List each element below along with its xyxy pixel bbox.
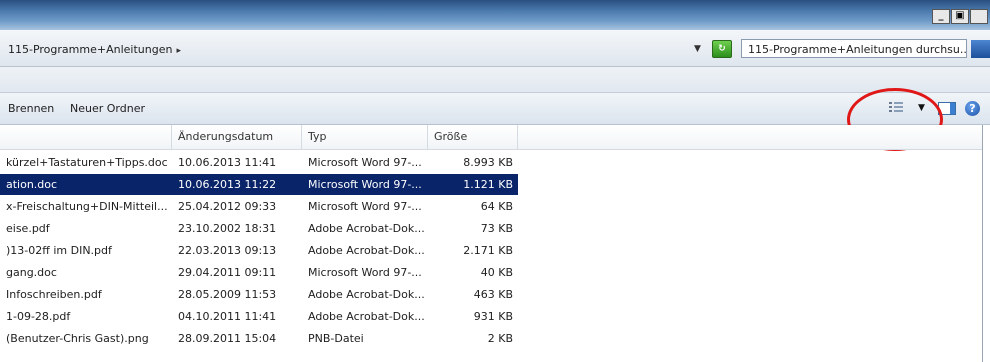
file-row[interactable]: Infoschreiben.pdf 28.05.2009 11:53 Adobe… [0, 284, 518, 305]
menu-band [0, 67, 990, 93]
file-size: 2 KB [487, 332, 513, 345]
file-row-selected[interactable]: ation.doc 10.06.2013 11:22 Microsoft Wor… [0, 174, 518, 195]
address-dropdown-icon[interactable]: ▼ [694, 44, 701, 54]
file-date: 10.06.2013 11:22 [178, 178, 277, 191]
file-name: gang.doc [6, 266, 57, 279]
file-name: (Benutzer-Chris Gast).png [6, 332, 149, 345]
burn-button[interactable]: Brennen [8, 102, 54, 115]
minimize-button[interactable]: _ [932, 9, 950, 24]
file-size: 1.121 KB [463, 178, 513, 191]
file-date: 22.03.2013 09:13 [178, 244, 277, 257]
file-name: x-Freischaltung+DIN-Mitteil... [6, 200, 168, 213]
file-row[interactable]: gang.doc 29.04.2011 09:11 Microsoft Word… [0, 262, 518, 283]
search-input[interactable]: 115-Programme+Anleitungen durchsu... [741, 39, 967, 58]
help-icon[interactable]: ? [965, 101, 980, 116]
file-date: 28.09.2011 15:04 [178, 332, 277, 345]
file-row[interactable]: eise.pdf 23.10.2002 18:31 Adobe Acrobat-… [0, 218, 518, 239]
file-type: Adobe Acrobat-Dok... [308, 310, 425, 323]
close-button[interactable] [970, 9, 988, 24]
file-name: kürzel+Tastaturen+Tipps.doc [6, 156, 168, 169]
file-date: 04.10.2011 11:41 [178, 310, 277, 323]
address-bar: 115-Programme+Anleitungen ▸ ▼ ↻ 115-Progr… [0, 30, 990, 67]
file-size: 8.993 KB [463, 156, 513, 169]
column-type[interactable]: Typ [302, 125, 428, 149]
file-type: Microsoft Word 97-... [308, 178, 422, 191]
breadcrumb[interactable]: 115-Programme+Anleitungen ▸ [8, 43, 181, 56]
file-size: 64 KB [480, 200, 513, 213]
file-row[interactable]: x-Freischaltung+DIN-Mitteil... 25.04.201… [0, 196, 518, 217]
file-type: Microsoft Word 97-... [308, 156, 422, 169]
refresh-icon[interactable]: ↻ [712, 40, 732, 58]
file-date: 29.04.2011 09:11 [178, 266, 277, 279]
breadcrumb-arrow-icon[interactable]: ▸ [176, 46, 181, 56]
search-icon[interactable] [971, 40, 990, 58]
file-size: 73 KB [480, 222, 513, 235]
file-date: 25.04.2012 09:33 [178, 200, 277, 213]
file-row[interactable]: 1-09-28.pdf 04.10.2011 11:41 Adobe Acrob… [0, 306, 518, 327]
file-type: Adobe Acrobat-Dok... [308, 288, 425, 301]
file-size: 931 KB [473, 310, 513, 323]
new-folder-button[interactable]: Neuer Ordner [70, 102, 145, 115]
explorer-window: _ ▣ 115-Programme+Anleitungen ▸ ▼ ↻ 115-P… [0, 0, 990, 362]
title-bar: _ ▣ [0, 0, 990, 30]
file-row[interactable]: (Benutzer-Chris Gast).png 28.09.2011 15:… [0, 328, 518, 349]
column-date[interactable]: Änderungsdatum [172, 125, 302, 149]
right-frame-edge [982, 125, 990, 362]
file-type: Microsoft Word 97-... [308, 266, 422, 279]
file-name: eise.pdf [6, 222, 50, 235]
column-size[interactable]: Größe [428, 125, 518, 149]
window-controls: _ ▣ [931, 9, 988, 24]
command-bar: Brennen Neuer Ordner [0, 93, 990, 125]
column-name[interactable] [0, 125, 172, 149]
column-header: Änderungsdatum Typ Größe [0, 125, 990, 150]
file-row[interactable]: )13-02ff im DIN.pdf 22.03.2013 09:13 Ado… [0, 240, 518, 261]
file-type: Adobe Acrobat-Dok... [308, 222, 425, 235]
file-name: 1-09-28.pdf [6, 310, 71, 323]
file-name: )13-02ff im DIN.pdf [6, 244, 112, 257]
file-name: Infoschreiben.pdf [6, 288, 102, 301]
file-size: 40 KB [480, 266, 513, 279]
file-date: 23.10.2002 18:31 [178, 222, 277, 235]
file-size: 2.171 KB [463, 244, 513, 257]
file-row[interactable]: kürzel+Tastaturen+Tipps.doc 10.06.2013 1… [0, 152, 518, 173]
breadcrumb-folder[interactable]: 115-Programme+Anleitungen [8, 43, 172, 56]
file-size: 463 KB [473, 288, 513, 301]
file-date: 10.06.2013 11:41 [178, 156, 277, 169]
file-type: Adobe Acrobat-Dok... [308, 244, 425, 257]
maximize-icon[interactable]: ▣ [951, 9, 969, 24]
file-type: PNB-Datei [308, 332, 364, 345]
file-name: ation.doc [6, 178, 58, 191]
file-date: 28.05.2009 11:53 [178, 288, 277, 301]
file-type: Microsoft Word 97-... [308, 200, 422, 213]
